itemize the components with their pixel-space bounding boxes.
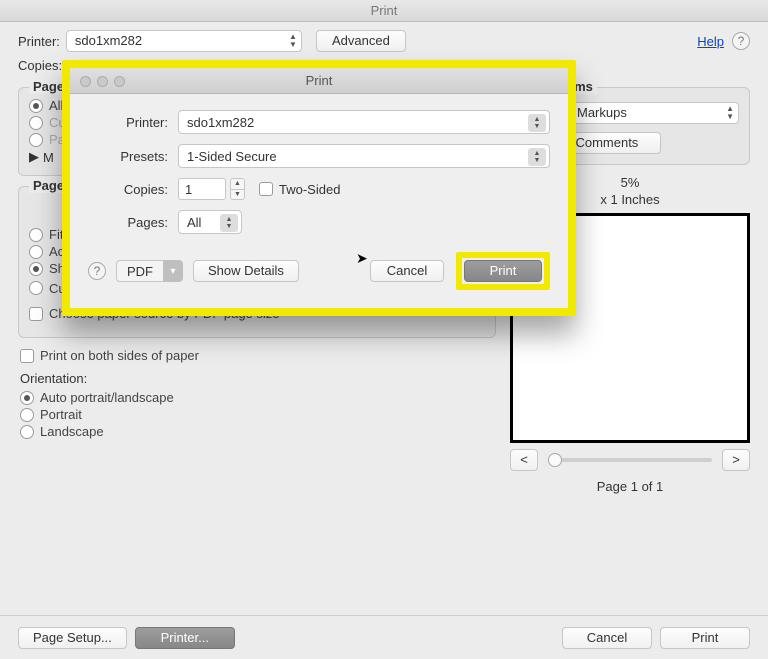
sheet-presets-select[interactable]: 1-Sided Secure ▲▼ [178,144,550,168]
page-setup-button[interactable]: Page Setup... [18,627,127,649]
sheet-printer-select[interactable]: sdo1xm282 ▲▼ [178,110,550,134]
orientation-label: Orientation: [20,371,494,386]
minimize-dot-icon[interactable] [97,76,108,87]
sheet-printer-label: Printer: [88,115,178,130]
next-page-button[interactable]: > [722,449,750,471]
printer-value: sdo1xm282 [75,33,142,49]
page-slider[interactable] [548,458,712,462]
updown-icon: ▲▼ [220,214,238,232]
checkbox-icon[interactable] [259,182,273,196]
system-print-sheet: Print Printer: sdo1xm282 ▲▼ Presets: 1-S… [62,60,576,316]
help-link[interactable]: Help [697,34,724,49]
window-title: Print [371,3,398,18]
checkbox-icon [20,349,34,363]
sheet-titlebar: Print [70,68,568,94]
radio-icon [29,228,43,242]
page-info: Page 1 of 1 [510,479,750,494]
chevron-down-icon: ▼ [231,190,244,200]
slider-thumb[interactable] [548,453,562,467]
help-icon[interactable]: ? [732,32,750,50]
window-titlebar: Print [0,0,768,22]
updown-icon: ▲▼ [528,148,546,166]
prev-page-button[interactable]: < [510,449,538,471]
checkbox-icon [29,307,43,321]
printer-system-button[interactable]: Printer... [135,627,235,649]
close-dot-icon[interactable] [80,76,91,87]
zoom-dot-icon[interactable] [114,76,125,87]
sheet-print-button[interactable]: Print [464,260,542,282]
radio-icon [29,133,43,147]
orientation-group: Orientation: Auto portrait/landscape Por… [20,371,494,439]
check-both-sides[interactable]: Print on both sides of paper [20,348,494,363]
triangle-right-icon: ▶ [29,149,39,165]
radio-icon [20,408,34,422]
chevron-up-icon: ▲ [231,179,244,190]
two-sided-label: Two-Sided [279,182,340,197]
sheet-copies-label: Copies: [88,182,178,197]
preview-nav: < > [510,449,750,471]
advanced-button[interactable]: Advanced [316,30,406,52]
radio-icon [29,281,43,295]
cancel-button[interactable]: Cancel [562,627,652,649]
show-details-button[interactable]: Show Details [193,260,299,282]
sheet-copies-input[interactable]: 1 [178,178,226,200]
updown-icon: ▲▼ [289,33,297,49]
sheet-pages-label: Pages: [88,215,178,230]
radio-icon [29,116,43,130]
radio-portrait[interactable]: Portrait [20,407,494,422]
bottom-bar: Page Setup... Printer... Cancel Print [0,615,768,659]
copies-label: Copies: [18,58,62,73]
radio-icon [29,99,43,113]
radio-icon [29,245,43,259]
header-row: Printer: sdo1xm282 ▲▼ Advanced Help ? [0,22,768,52]
updown-icon: ▲▼ [726,105,734,121]
sheet-cancel-button[interactable]: Cancel [370,260,444,282]
print-button[interactable]: Print [660,627,750,649]
radio-icon [20,391,34,405]
chevron-down-icon: ▾ [163,260,183,282]
printer-label: Printer: [18,34,60,49]
window-traffic-lights [80,76,125,87]
sheet-help-button[interactable]: ? [88,262,106,280]
radio-icon [20,425,34,439]
radio-auto-orient[interactable]: Auto portrait/landscape [20,390,494,405]
radio-icon [29,262,43,276]
pdf-menu-button[interactable]: PDF ▾ [116,260,183,282]
sheet-presets-label: Presets: [88,149,178,164]
printer-select[interactable]: sdo1xm282 ▲▼ [66,30,302,52]
updown-icon: ▲▼ [528,114,546,132]
print-button-highlight: Print [456,252,550,290]
sheet-pages-select[interactable]: All ▲▼ [178,210,242,234]
radio-landscape[interactable]: Landscape [20,424,494,439]
copies-stepper[interactable]: ▲ ▼ [230,178,245,200]
